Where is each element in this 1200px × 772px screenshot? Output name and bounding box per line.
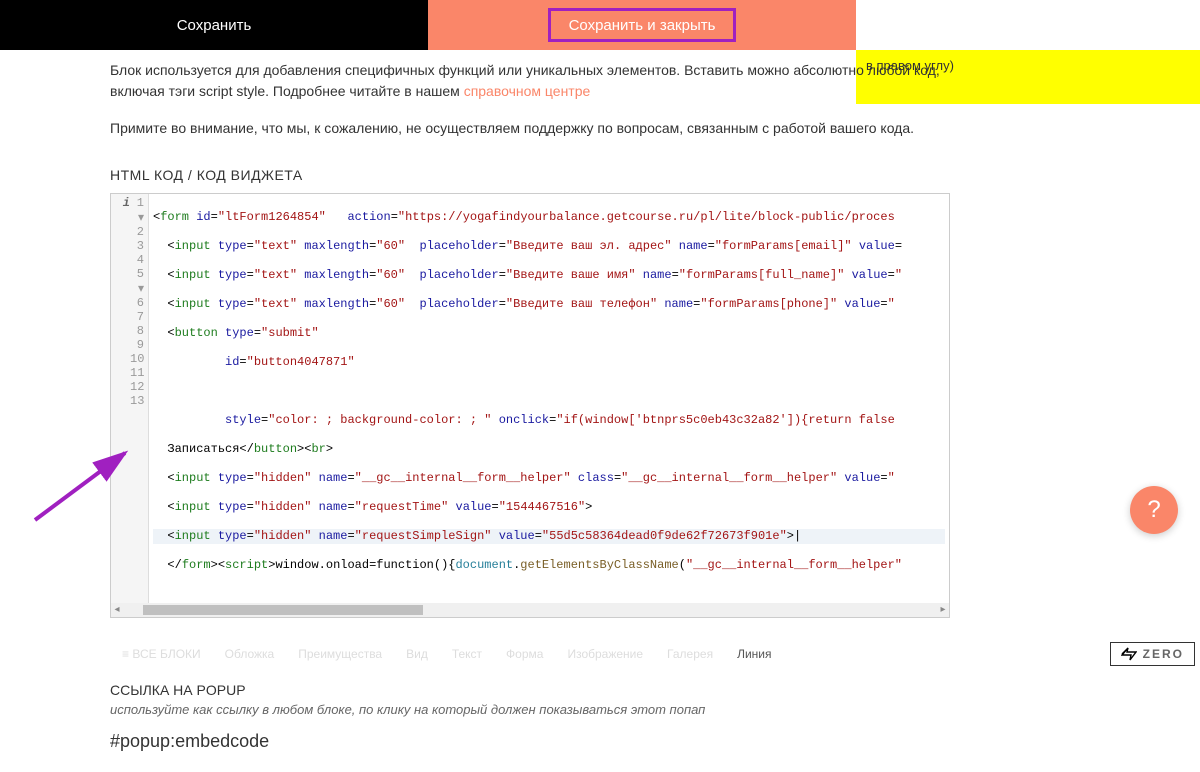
description-block: Блок используется для добавления специфи… — [110, 60, 955, 139]
zero-icon — [1121, 647, 1137, 661]
help-button[interactable]: ? — [1130, 486, 1178, 534]
save-and-close-button[interactable]: Сохранить и закрыть — [428, 0, 856, 50]
menubar-item: Текст — [440, 647, 494, 661]
editor-content[interactable]: <form id="ltForm1264854" action="https:/… — [149, 194, 949, 603]
scroll-left-icon[interactable]: ◂ — [111, 604, 123, 616]
info-icon: i — [118, 196, 130, 210]
scroll-thumb[interactable] — [143, 605, 423, 615]
code-editor[interactable]: i1 ▾ 2 3 4 5 ▾ 6 7 8 9 10 11 12 13 <form… — [110, 193, 950, 618]
menubar-item-line[interactable]: Линия — [725, 647, 783, 661]
menubar-item: Изображение — [555, 647, 655, 661]
popup-link-section-title: ССЫЛКА НА POPUP — [110, 682, 1090, 698]
editor-gutter: i1 ▾ 2 3 4 5 ▾ 6 7 8 9 10 11 12 13 — [111, 194, 149, 603]
annotation-highlight — [548, 8, 736, 42]
menubar-item: Обложка — [213, 647, 287, 661]
editor-horizontal-scrollbar[interactable]: ◂ ▸ — [111, 603, 949, 617]
html-code-section-title: HTML КОД / КОД ВИДЖЕТА — [110, 167, 1090, 183]
save-button[interactable]: Сохранить — [0, 0, 428, 50]
popup-link-code[interactable]: #popup:embedcode — [110, 731, 1090, 752]
all-blocks-button[interactable]: ≡ ВСЕ БЛОКИ — [110, 647, 213, 661]
menubar-item: Галерея — [655, 647, 725, 661]
help-center-link[interactable]: справочном центре — [464, 83, 591, 99]
scroll-right-icon[interactable]: ▸ — [937, 604, 949, 616]
tilda-block-menubar: ≡ ВСЕ БЛОКИ Обложка Преимущества Вид Тек… — [110, 636, 1195, 672]
top-toolbar: Сохранить Сохранить и закрыть — [0, 0, 1200, 50]
menubar-item: Форма — [494, 647, 555, 661]
popup-link-hint: используйте как ссылку в любом блоке, по… — [110, 702, 1090, 717]
menubar-item: Преимущества — [286, 647, 394, 661]
menubar-item: Вид — [394, 647, 440, 661]
description-text-2: Примите во внимание, что мы, к сожалению… — [110, 118, 955, 139]
zero-block-button[interactable]: ZERO — [1110, 642, 1195, 666]
